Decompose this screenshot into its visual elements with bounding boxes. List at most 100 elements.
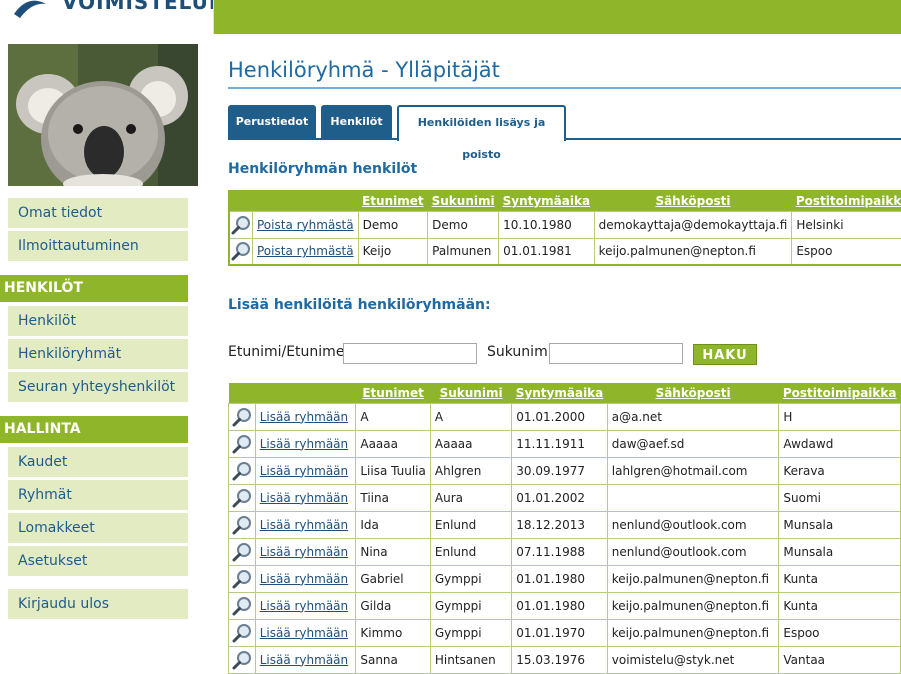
column-header-syntymaaika[interactable]: Syntymäaika — [498, 191, 595, 211]
postitoimipaikka-cell: Suomi — [778, 483, 901, 512]
add-to-group-link[interactable]: Lisää ryhmään — [260, 491, 348, 505]
tab-perustiedot[interactable]: Perustiedot — [228, 105, 316, 139]
first-name-input[interactable] — [343, 343, 477, 364]
logo[interactable]: VOIMISTELULIITTO — [0, 0, 214, 34]
view-person-icon[interactable] — [228, 537, 256, 566]
column-header-postitoimipaikka[interactable]: Postitoimipaikka — [791, 191, 901, 211]
sahkoposti-cell: nenlund@outlook.com — [606, 537, 780, 566]
remove-from-group-link[interactable]: Poista ryhmästä — [257, 218, 354, 232]
view-person-icon[interactable] — [228, 237, 253, 266]
members-table: Etunimet Sukunimi Syntymäaika Sähköposti… — [228, 190, 901, 266]
action-cell: Lisää ryhmään — [254, 591, 357, 620]
etunimet-cell: Sanna — [355, 645, 431, 674]
sukunimi-cell: Hintsanen — [429, 645, 513, 674]
column-header-postitoimipaikka[interactable]: Postitoimipaikka — [778, 383, 901, 403]
column-header-action — [252, 191, 359, 211]
table-row: Lisää ryhmään Nina Enlund 07.11.1988 nenlund… — [228, 537, 901, 566]
table-row: Lisää ryhmään A A 01.01.2000 a@a.net H — [228, 402, 901, 431]
view-person-icon[interactable] — [228, 429, 256, 458]
action-cell: Lisää ryhmään — [254, 456, 357, 485]
view-person-icon[interactable] — [228, 456, 256, 485]
last-name-input[interactable] — [549, 343, 683, 364]
postitoimipaikka-cell: Espoo — [791, 237, 901, 266]
column-header-syntymaaika[interactable]: Syntymäaika — [511, 383, 608, 403]
sahkoposti-cell: keijo.palmunen@nepton.fi — [606, 564, 780, 593]
sidebar-item-asetukset[interactable]: Asetukset — [8, 546, 188, 576]
sidebar-item-kaudet[interactable]: Kaudet — [8, 447, 188, 477]
action-cell: Poista ryhmästä — [252, 237, 359, 266]
first-name-label: Etunimi/Etunimet — [228, 344, 350, 360]
page-title: Henkilöryhmä - Ylläpitäjät — [228, 58, 500, 82]
add-to-group-link[interactable]: Lisää ryhmään — [260, 545, 348, 559]
syntymaaika-cell: 01.01.1970 — [511, 618, 608, 647]
remove-from-group-link[interactable]: Poista ryhmästä — [257, 244, 354, 258]
sidebar-item-lomakkeet[interactable]: Lomakkeet — [8, 513, 188, 543]
tab-henkilot[interactable]: Henkilöt — [321, 105, 392, 139]
results-table: Etunimet Sukunimi Syntymäaika Sähköposti… — [228, 383, 901, 674]
view-person-icon[interactable] — [228, 402, 256, 431]
logo-text: VOIMISTELULIITTO — [62, 0, 213, 14]
sukunimi-cell: Ahlgren — [429, 456, 513, 485]
add-to-group-link[interactable]: Lisää ryhmään — [260, 653, 348, 667]
syntymaaika-cell: 30.09.1977 — [511, 456, 608, 485]
add-to-group-link[interactable]: Lisää ryhmään — [260, 437, 348, 451]
sukunimi-cell: Gymppi — [429, 618, 513, 647]
action-cell: Lisää ryhmään — [254, 402, 357, 431]
sidebar-item-ryhmat[interactable]: Ryhmät — [8, 480, 188, 510]
table-row: Poista ryhmästä Keijo Palmunen 01.01.1981 ke… — [228, 237, 901, 266]
table-row: Lisää ryhmään Tiina Aura 01.01.2002 Suomi — [228, 483, 901, 512]
add-to-group-link[interactable]: Lisää ryhmään — [260, 464, 348, 478]
view-person-icon[interactable] — [228, 591, 256, 620]
sukunimi-cell: Enlund — [429, 510, 513, 539]
etunimet-cell: Nina — [355, 537, 431, 566]
sidebar-item-henkilot[interactable]: Henkilöt — [8, 306, 188, 336]
view-person-icon[interactable] — [228, 564, 256, 593]
search-button[interactable]: HAKU — [693, 344, 757, 365]
add-to-group-link[interactable]: Lisää ryhmään — [260, 518, 348, 532]
add-to-group-link[interactable]: Lisää ryhmään — [260, 599, 348, 613]
action-cell: Lisää ryhmään — [254, 537, 357, 566]
syntymaaika-cell: 11.11.1911 — [511, 429, 608, 458]
sahkoposti-cell: nenlund@outlook.com — [606, 510, 780, 539]
table-row: Lisää ryhmään Liisa Tuulia Ahlgren 30.09.19… — [228, 456, 901, 485]
sukunimi-cell: Gymppi — [429, 591, 513, 620]
add-to-group-link[interactable]: Lisää ryhmään — [260, 410, 348, 424]
view-person-icon[interactable] — [228, 618, 256, 647]
postitoimipaikka-cell: H — [778, 402, 901, 431]
table-row: Lisää ryhmään Gabriel Gymppi 01.01.1980 keij… — [228, 564, 901, 593]
syntymaaika-cell: 10.10.1980 — [498, 210, 595, 239]
sukunimi-cell: Gymppi — [429, 564, 513, 593]
etunimet-cell: Tiina — [355, 483, 431, 512]
sidebar-item-henkiloryhmat[interactable]: Henkilöryhmät — [8, 339, 188, 369]
view-person-icon[interactable] — [228, 510, 256, 539]
title-divider — [228, 87, 901, 89]
column-header-sukunimi[interactable]: Sukunimi — [430, 383, 512, 403]
action-cell: Lisää ryhmään — [254, 618, 357, 647]
view-person-icon[interactable] — [228, 210, 253, 239]
tab-henkiloiden-lisays-ja-poisto[interactable]: Henkilöiden lisäys ja poisto — [397, 105, 566, 161]
column-header-etunimet[interactable]: Etunimet — [358, 191, 428, 211]
etunimet-cell: Aaaaa — [355, 429, 431, 458]
column-header-etunimet[interactable]: Etunimet — [355, 383, 431, 403]
postitoimipaikka-cell: Awdawd — [778, 429, 901, 458]
view-person-icon[interactable] — [228, 483, 256, 512]
sahkoposti-cell: daw@aef.sd — [606, 429, 780, 458]
table-row: Poista ryhmästä Demo Demo 10.10.1980 demokay… — [228, 210, 901, 239]
sidebar-item-ilmoittautuminen[interactable]: Ilmoittautuminen — [8, 231, 188, 261]
add-to-group-link[interactable]: Lisää ryhmään — [260, 572, 348, 586]
syntymaaika-cell: 18.12.2013 — [511, 510, 608, 539]
action-cell: Lisää ryhmään — [254, 483, 357, 512]
logout-button[interactable]: Kirjaudu ulos — [8, 589, 188, 619]
action-cell: Lisää ryhmään — [254, 429, 357, 458]
column-header-sukunimi[interactable]: Sukunimi — [427, 191, 499, 211]
table-row: Lisää ryhmään Gilda Gymppi 01.01.1980 keijo.… — [228, 591, 901, 620]
add-to-group-link[interactable]: Lisää ryhmään — [260, 626, 348, 640]
sidebar-item-omat-tiedot[interactable]: Omat tiedot — [8, 198, 188, 228]
table-row: Lisää ryhmään Aaaaa Aaaaa 11.11.1911 daw@aef… — [228, 429, 901, 458]
syntymaaika-cell: 01.01.2000 — [511, 402, 608, 431]
view-person-icon[interactable] — [228, 645, 256, 674]
sidebar-item-seuran-yhteyshenkilot[interactable]: Seuran yhteyshenkilöt — [8, 372, 188, 402]
column-header-sahkoposti[interactable]: Sähköposti — [594, 191, 792, 211]
sukunimi-cell: Enlund — [429, 537, 513, 566]
column-header-sahkoposti[interactable]: Sähköposti — [607, 383, 779, 403]
